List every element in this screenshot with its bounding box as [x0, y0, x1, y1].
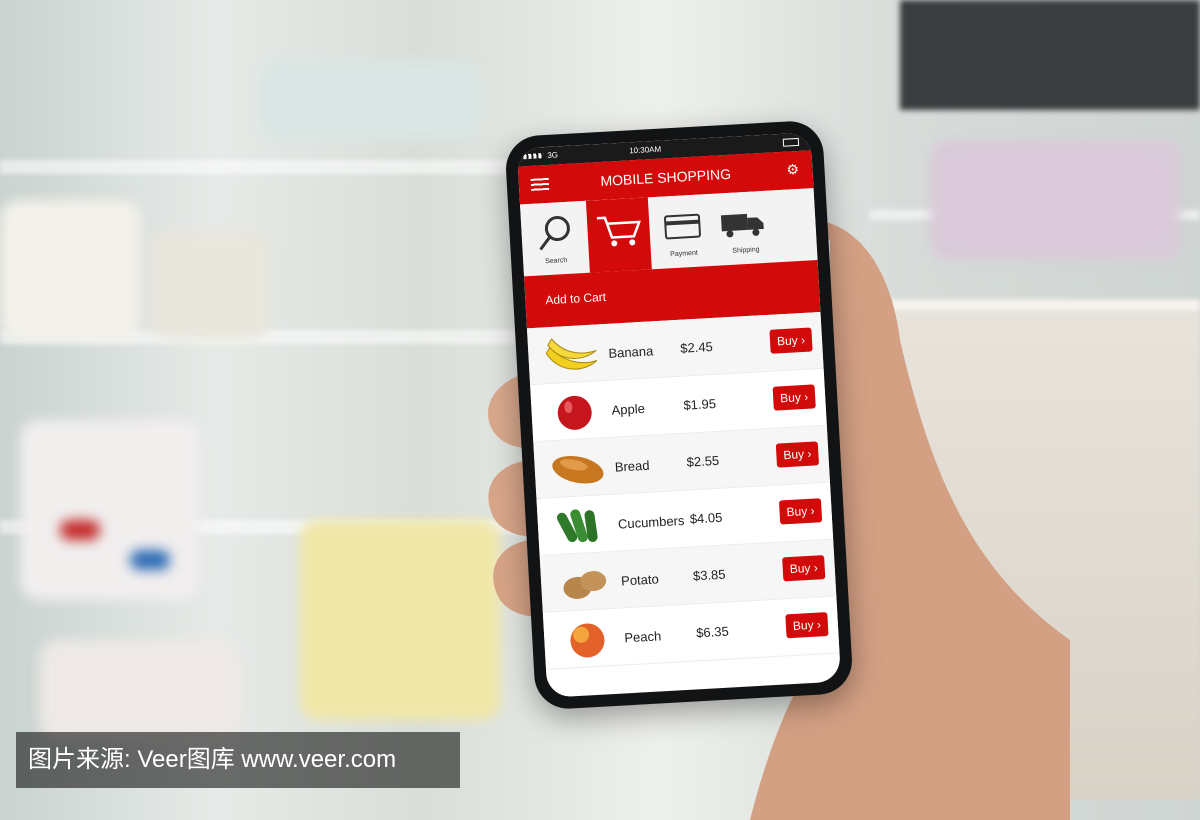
apple-image [557, 395, 592, 430]
cart-icon [596, 216, 641, 247]
gear-icon[interactable]: ⚙ [786, 161, 801, 178]
search-icon [539, 215, 570, 251]
buy-button[interactable]: Buy › [769, 327, 813, 354]
tab-cart[interactable] [585, 197, 652, 273]
buy-button[interactable]: Buy › [775, 441, 820, 468]
product-price: $3.85 [692, 566, 726, 584]
tab-payment-label: Payment [670, 249, 699, 259]
peach-image [570, 623, 605, 658]
credit-card-icon [664, 213, 701, 240]
tab-search[interactable]: Search [522, 201, 588, 272]
signal-icon [523, 153, 544, 160]
network-indicator: 3G [547, 150, 559, 160]
product-price: $2.45 [679, 339, 714, 356]
banner-title: Add to Cart [544, 289, 607, 308]
watermark: 图片来源: Veer图库 www.veer.com [16, 732, 460, 788]
product-name: Cucumbers [617, 512, 685, 532]
status-time: 10:30AM [628, 144, 662, 156]
buy-button[interactable]: Buy › [782, 555, 826, 582]
tab-shipping-label: Shipping [732, 246, 760, 255]
product-price: $4.05 [689, 509, 723, 527]
buy-button[interactable]: Buy › [772, 384, 816, 411]
potato-image [563, 571, 607, 599]
tab-search-label: Search [544, 257, 568, 266]
product-name: Apple [611, 400, 646, 418]
tab-shipping[interactable]: Shipping [712, 190, 778, 261]
product-price: $2.55 [686, 452, 720, 470]
tab-cart-label [590, 263, 652, 266]
product-price: $6.35 [695, 623, 730, 641]
product-name: Bread [614, 457, 650, 475]
product-name: Banana [608, 343, 654, 361]
bread-image [552, 455, 604, 484]
battery-icon [782, 137, 800, 147]
cucumbers-image [556, 509, 598, 543]
truck-icon [720, 213, 764, 238]
product-price: $1.95 [683, 395, 717, 413]
banana-image [545, 338, 598, 370]
product-name: Potato [620, 571, 660, 589]
buy-button[interactable]: Buy › [785, 612, 829, 639]
app-title: MOBILE SHOPPING [600, 165, 732, 190]
smartphone: 3G 10:30AM MOBILE SHOPPING ⚙ Search Paym… [504, 119, 854, 711]
buy-button[interactable]: Buy › [778, 498, 823, 525]
tab-payment[interactable]: Payment [650, 194, 716, 265]
phone-screen: 3G 10:30AM MOBILE SHOPPING ⚙ Search Paym… [516, 132, 842, 698]
product-name: Peach [623, 628, 662, 646]
product-list: Banana $2.45 Buy › Apple $1.95 Buy › Bre… [526, 311, 840, 670]
